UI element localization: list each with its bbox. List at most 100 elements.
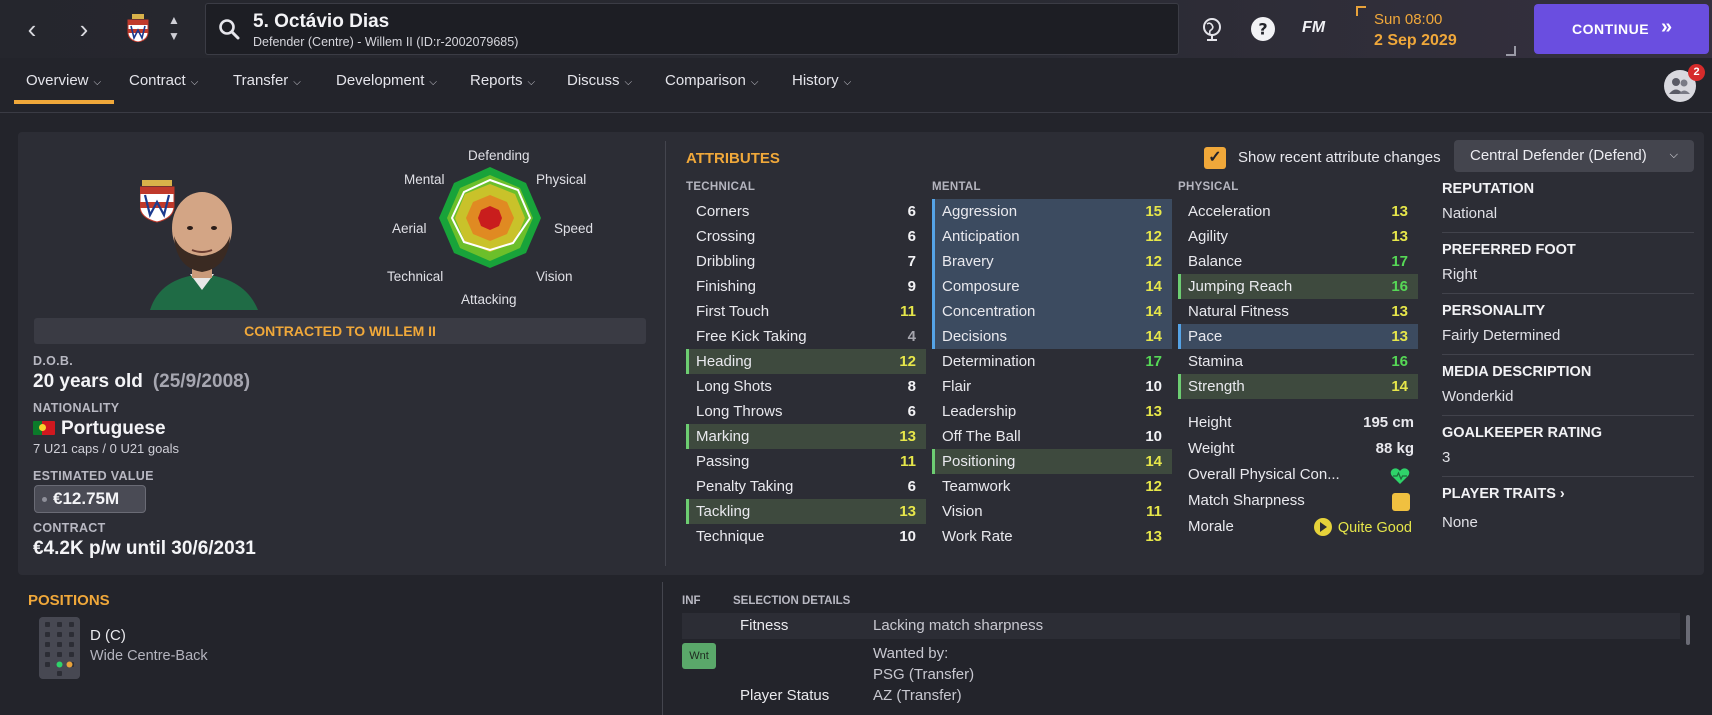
attribute-name: Teamwork [942, 478, 1011, 495]
attribute-row[interactable]: Dribbling 7 [686, 249, 926, 274]
attribute-row[interactable]: Long Throws 6 [686, 399, 926, 424]
radar-label-speed: Speed [554, 221, 594, 236]
dob-label: D.O.B. [33, 354, 73, 368]
nationality-value[interactable]: Portuguese [33, 418, 166, 440]
match-sharpness-row[interactable]: Match Sharpness [1188, 492, 1418, 514]
attribute-row[interactable]: First Touch 11 [686, 299, 926, 324]
attribute-row[interactable]: Heading 12 [686, 349, 926, 374]
attribute-row[interactable]: Aggression 15 [932, 199, 1172, 224]
selection-scrollbar[interactable] [1686, 615, 1690, 645]
attribute-row[interactable]: Work Rate 13 [932, 524, 1172, 549]
back-arrow-icon[interactable]: ‹ [18, 16, 46, 44]
tab-history[interactable]: History ⌵ [792, 72, 851, 89]
date-day: 2 Sep 2029 [1374, 32, 1457, 49]
tab-reports[interactable]: Reports ⌵ [470, 72, 535, 89]
date-display[interactable]: Sun 08:00 2 Sep 2029 [1356, 6, 1516, 56]
player-search-box[interactable]: 5. Octávio Dias Defender (Centre) - Will… [205, 3, 1179, 55]
goalkeeper-rating-value: 3 [1442, 449, 1451, 466]
attribute-value: 13 [1145, 403, 1162, 420]
attribute-row[interactable]: Concentration 14 [932, 299, 1172, 324]
attribute-row[interactable]: Agility 13 [1178, 224, 1418, 249]
recent-changes-checkbox[interactable]: ✓ [1204, 147, 1226, 169]
attribute-row[interactable]: Tackling 13 [686, 499, 926, 524]
position-pitch-icon[interactable] [39, 617, 80, 679]
attribute-row[interactable]: Technique 10 [686, 524, 926, 549]
fitness-value: Lacking match sharpness [873, 617, 1044, 634]
forward-arrow-icon[interactable]: › [70, 16, 98, 44]
estimated-value-tag[interactable]: €12.75M [34, 485, 146, 513]
tab-comparison[interactable]: Comparison ⌵ [665, 72, 758, 89]
attribute-name: Tackling [696, 503, 751, 520]
personality-value: Fairly Determined [1442, 327, 1561, 344]
fm-logo[interactable]: FM [1302, 19, 1325, 37]
attribute-row[interactable]: Stamina 16 [1178, 349, 1418, 374]
attribute-row[interactable]: Marking 13 [686, 424, 926, 449]
selection-details-header: SELECTION DETAILS [733, 595, 851, 607]
attribute-value: 14 [1145, 328, 1162, 345]
date-time: Sun 08:00 [1374, 11, 1443, 28]
continue-button[interactable]: CONTINUE » [1534, 4, 1709, 54]
attribute-row[interactable]: Teamwork 12 [932, 474, 1172, 499]
physical-condition-row[interactable]: Overall Physical Con... [1188, 466, 1418, 488]
attribute-row[interactable]: Positioning 14 [932, 449, 1172, 474]
attribute-row[interactable]: Crossing 6 [686, 224, 926, 249]
attribute-row[interactable]: Balance 17 [1178, 249, 1418, 274]
attribute-row[interactable]: Penalty Taking 6 [686, 474, 926, 499]
position-main: D (C) [90, 627, 126, 644]
attribute-value: 10 [1145, 378, 1162, 395]
attribute-name: Finishing [696, 278, 757, 295]
attribute-name: Decisions [942, 328, 1008, 345]
attribute-row[interactable]: Free Kick Taking 4 [686, 324, 926, 349]
attribute-value: 11 [900, 303, 916, 320]
player-switch-arrows-icon[interactable]: ▲ ▼ [166, 12, 182, 44]
attribute-row[interactable]: Decisions 14 [932, 324, 1172, 349]
attribute-row[interactable]: Strength 14 [1178, 374, 1418, 399]
attribute-row[interactable]: Flair 10 [932, 374, 1172, 399]
fitness-label: Fitness [740, 617, 789, 634]
attribute-row[interactable]: Vision 11 [932, 499, 1172, 524]
contract-status-bar[interactable]: CONTRACTED TO WILLEM II [34, 318, 646, 344]
attribute-name: Technique [696, 528, 765, 545]
attribute-name: Balance [1188, 253, 1243, 270]
wanted-by-item[interactable]: PSG (Transfer) [873, 666, 974, 683]
attribute-row[interactable]: Anticipation 12 [932, 224, 1172, 249]
dob-value: (25/9/2008) [152, 371, 251, 392]
attribute-row[interactable]: Pace 13 [1178, 324, 1418, 349]
tab-development[interactable]: Development ⌵ [336, 72, 437, 89]
attribute-row[interactable]: Passing 11 [686, 449, 926, 474]
svg-text:?: ? [1258, 20, 1267, 39]
u21-caps: 7 U21 caps / 0 U21 goals [33, 441, 179, 456]
attribute-value: 6 [907, 203, 916, 220]
attribute-radar: Defending Physical Speed Vision Attackin… [380, 140, 600, 315]
tab-contract[interactable]: Contract ⌵ [129, 72, 198, 89]
attribute-row[interactable]: Leadership 13 [932, 399, 1172, 424]
attribute-name: Concentration [942, 303, 1036, 320]
tab-overview[interactable]: Overview ⌵ [26, 72, 101, 89]
player-traits-link[interactable]: PLAYER TRAITS › [1442, 486, 1565, 502]
globe-network-icon[interactable] [1199, 16, 1225, 42]
attribute-row[interactable]: Off The Ball 10 [932, 424, 1172, 449]
role-select[interactable]: Central Defender (Defend) ⌵ [1454, 140, 1694, 172]
attribute-value: 6 [907, 403, 916, 420]
help-icon[interactable]: ? [1250, 16, 1276, 42]
attribute-row[interactable]: Finishing 9 [686, 274, 926, 299]
morale-row[interactable]: Morale Quite Good [1188, 518, 1418, 540]
club-badge-icon[interactable] [127, 14, 149, 42]
attribute-row[interactable]: Bravery 12 [932, 249, 1172, 274]
wanted-by-item[interactable]: AZ (Transfer) [873, 687, 962, 704]
wanted-by-label: Wanted by: [873, 645, 949, 662]
attribute-row[interactable]: Corners 6 [686, 199, 926, 224]
tab-transfer[interactable]: Transfer ⌵ [233, 72, 301, 89]
wanted-badge[interactable]: Wnt [682, 643, 716, 669]
attribute-row[interactable]: Determination 17 [932, 349, 1172, 374]
attribute-row[interactable]: Jumping Reach 16 [1178, 274, 1418, 299]
recent-changes-label[interactable]: Show recent attribute changes [1238, 149, 1441, 166]
notification-badge: 2 [1688, 64, 1705, 81]
attribute-name: Vision [942, 503, 983, 520]
attribute-row[interactable]: Composure 14 [932, 274, 1172, 299]
search-icon[interactable] [218, 18, 240, 40]
attribute-row[interactable]: Long Shots 8 [686, 374, 926, 399]
attribute-row[interactable]: Acceleration 13 [1178, 199, 1418, 224]
tab-discuss[interactable]: Discuss ⌵ [567, 72, 632, 89]
attribute-row[interactable]: Natural Fitness 13 [1178, 299, 1418, 324]
